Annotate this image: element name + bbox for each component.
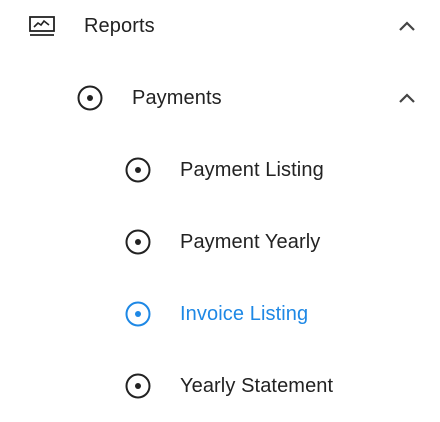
- radio-dot-icon: [77, 85, 103, 111]
- nav-item-payments[interactable]: Payments: [0, 62, 440, 134]
- nav-item-invoice-listing[interactable]: Invoice Listing: [0, 278, 440, 350]
- radio-dot-icon: [125, 373, 151, 399]
- radio-dot-icon: [125, 301, 151, 327]
- nav-item-reports-label: Reports: [84, 15, 155, 37]
- nav-item-payment-listing-label: Payment Listing: [180, 159, 324, 181]
- nav-item-payments-label: Payments: [132, 87, 222, 109]
- nav-item-yearly-statement[interactable]: Yearly Statement: [0, 350, 440, 422]
- nav-item-payment-yearly-label: Payment Yearly: [180, 231, 321, 253]
- nav-item-invoice-listing-label: Invoice Listing: [180, 303, 309, 325]
- chevron-up-icon[interactable]: [398, 92, 416, 104]
- nav-item-payment-yearly[interactable]: Payment Yearly: [0, 206, 440, 278]
- nav-item-reports[interactable]: Reports: [0, 0, 440, 62]
- nav-item-payment-listing[interactable]: Payment Listing: [0, 134, 440, 206]
- chevron-up-icon[interactable]: [398, 20, 416, 32]
- radio-dot-icon: [125, 157, 151, 183]
- nav-item-yearly-statement-label: Yearly Statement: [180, 375, 334, 397]
- chart-icon: [29, 16, 55, 36]
- radio-dot-icon: [125, 229, 151, 255]
